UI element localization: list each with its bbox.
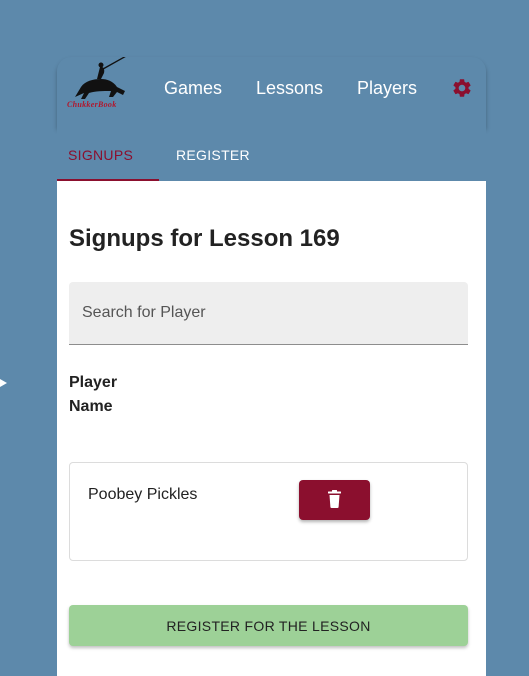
search-input[interactable]	[69, 282, 468, 344]
trash-icon	[328, 490, 341, 508]
player-name-cell: Poobey Pickles	[88, 486, 198, 503]
nav-lessons-link[interactable]: Lessons	[256, 78, 323, 99]
polo-player-logo-icon	[75, 57, 126, 99]
search-field[interactable]	[69, 282, 468, 345]
nav-players-link[interactable]: Players	[357, 78, 417, 99]
tab-signups[interactable]: SIGNUPS	[68, 147, 133, 163]
player-name-column-header: Player Name	[69, 374, 118, 415]
delete-signup-button[interactable]	[299, 480, 370, 520]
logo-text: ChukkerBook	[67, 100, 117, 109]
chukkerbook-logo[interactable]: ChukkerBook	[67, 57, 142, 117]
gear-icon[interactable]	[451, 77, 473, 99]
register-for-lesson-button[interactable]: REGISTER FOR THE LESSON	[69, 605, 468, 646]
table-row: Poobey Pickles	[69, 462, 468, 561]
top-navbar: ChukkerBook Games Lessons Players	[57, 57, 486, 127]
tab-register[interactable]: REGISTER	[176, 147, 250, 163]
app-card: ChukkerBook Games Lessons Players SIGNUP…	[57, 57, 486, 676]
tab-bar: SIGNUPS REGISTER	[57, 127, 486, 181]
signups-panel: Signups for Lesson 169 Player Name Poobe…	[57, 181, 486, 676]
nav-games-link[interactable]: Games	[164, 78, 222, 99]
page-title: Signups for Lesson 169	[69, 225, 340, 252]
side-arrow-icon	[0, 379, 7, 387]
